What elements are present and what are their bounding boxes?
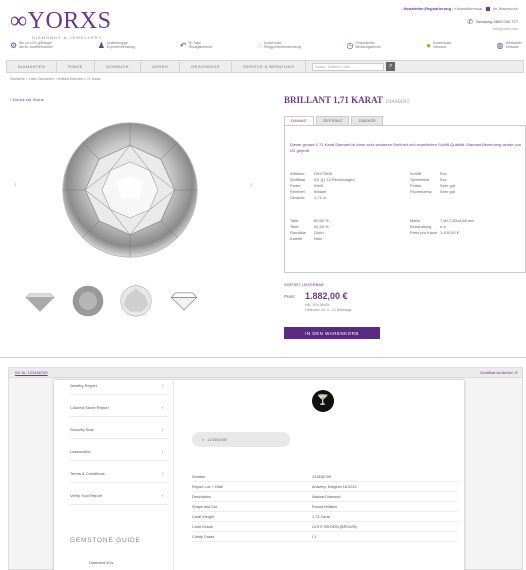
globe-icon: ◍ <box>496 41 504 51</box>
gear-icon: ⚙ <box>10 41 18 51</box>
nav-item-watches[interactable]: Uhren <box>141 61 181 72</box>
chevron-right-icon: › <box>161 382 163 388</box>
certificate-viewer: IGI Nr. 123456789 Zertifikat schließen ✕… <box>8 367 523 570</box>
search-icon: ⌕ <box>202 437 205 442</box>
spec-row: Preis pro Karat 1.100,00 € <box>410 230 459 235</box>
menu-item-jewelry-report[interactable]: Jewelry Report › <box>70 376 168 395</box>
nav-item-rings[interactable]: Ringe <box>57 61 95 72</box>
certificate-document: Jewelry Report › Colored Stone Report › Se… <box>54 380 464 570</box>
feature-item[interactable]: ◷ Persönlicher Beratungstermin <box>346 40 381 52</box>
cocktail-glass-icon: 🍸 <box>312 390 334 412</box>
price-value: 1.882,00 € <box>305 291 348 301</box>
menu-item-security-seal[interactable]: Security Seal › <box>70 420 168 439</box>
menu-item-verify-report[interactable]: Verify Your Report › <box>70 486 168 505</box>
nav-item-service[interactable]: Service & Beratung <box>232 61 307 72</box>
product-description: Dieser grosse 1,71 Karat Diamant ist ein… <box>290 142 521 153</box>
thumbnail-sparkle-view[interactable] <box>118 283 154 319</box>
table-row: Clarity Grade I 1 <box>192 532 458 542</box>
feature-item[interactable]: ♟ Unabhängige Expertenberatung <box>98 40 135 52</box>
prev-arrow-icon[interactable]: ‹ <box>14 180 17 189</box>
certificate-sidebar: Jewelry Report › Colored Stone Report › Se… <box>54 380 174 570</box>
gemstone-guide-title: GEMSTONE GUIDE <box>70 537 141 544</box>
search-icon[interactable]: ⌕ <box>386 62 396 71</box>
spec-list-left-2: Tafel 60,50 % Tiefe 61,50 % Rundiste Dünn K… <box>290 218 329 242</box>
newsletter-link[interactable]: Newsletter-Registrierung <box>403 6 451 11</box>
chevron-right-icon: › <box>161 448 163 454</box>
contact-link[interactable]: Kontaktformular <box>454 6 482 11</box>
close-certificate-link[interactable]: Zertifikat schließen ✕ <box>480 370 518 375</box>
feature-item[interactable]: ◍ Weltweiter Versand <box>497 40 522 52</box>
clock-icon: ◷ <box>346 41 354 51</box>
spec-row: Kalette Nein <box>290 236 323 241</box>
nav-item-diamonds[interactable]: Diamanten <box>7 61 58 72</box>
chevron-right-icon: › <box>161 404 163 410</box>
phone-text: Beratung 0800 000 777 <box>476 19 518 25</box>
certificate-number-link[interactable]: IGI Nr. 123456789 <box>15 370 48 375</box>
phone-subtext: info@yorxs.com <box>492 27 518 31</box>
return-icon: ↶ <box>179 41 187 51</box>
logo-mark: ∞ <box>10 8 28 34</box>
table-row: Carat Weight 1.71 Carat <box>192 512 458 522</box>
availability-label: Sofort lieferbar <box>284 282 324 287</box>
feature-strip: ⚙ Bis zu 10% günstiger als im Juwelierhand… <box>10 40 522 52</box>
search-input[interactable]: Suche - Artikelnr. oder ... <box>312 62 385 71</box>
phone-info: ✆ Beratung 0800 000 777 <box>467 18 518 26</box>
product-title: BRILLANT 1,71 KARAT DIAMANT <box>284 95 410 105</box>
chevron-right-icon: › <box>161 470 163 476</box>
add-to-cart-button[interactable]: In den Warenkorb <box>284 327 380 339</box>
cart-square-icon <box>485 6 490 11</box>
table-row: Shape and Cut Round Brilliant <box>192 502 458 512</box>
ring-icon: ◌ <box>257 41 262 51</box>
spec-row: Gewicht 1,71 ct <box>290 195 327 200</box>
menu-item-terms[interactable]: Terms & Conditions › <box>70 464 168 483</box>
feature-item[interactable]: ◌ Kostenlose Ringgrößenbestimmung <box>257 40 301 52</box>
feature-item[interactable]: ↶ 30 Tage Rückgaberecht <box>180 40 212 52</box>
phone-icon: ✆ <box>467 19 474 26</box>
thumbnail-outline-view[interactable] <box>166 283 202 319</box>
feature-item[interactable]: ⚙ Bis zu 10% günstiger als im Juwelierhand… <box>10 40 53 52</box>
menu-item-laserscribe[interactable]: Laserscribe › <box>70 442 168 461</box>
report-search-pill[interactable]: ⌕ 123456789 <box>192 432 290 447</box>
section-divider <box>0 357 526 358</box>
menu-item-colored-stone[interactable]: Colored Stone Report › <box>70 398 168 417</box>
spec-list-left: Artikelnr. D0479935 Zertifikat IGI (L) 12 … <box>290 171 355 201</box>
coin-icon: ● <box>426 41 432 51</box>
chevron-right-icon: › <box>161 492 163 498</box>
chevron-right-icon: › <box>161 426 163 432</box>
spec-row: Fluoreszenz Sehr gut <box>410 189 456 194</box>
thumbnail-side-view[interactable] <box>22 283 58 319</box>
table-row: Number 123456789 <box>192 472 458 482</box>
next-arrow-icon[interactable]: › <box>250 180 253 189</box>
main-nav: Diamanten Ringe Schmuck Uhren Geschenke … <box>6 60 524 73</box>
spec-list-right-2: Maße 7,60-7,63x4,68 mm Behandlung n.a. Pre… <box>410 218 474 236</box>
table-row: Color Grade LIGHT BROWN (BROWN) <box>192 522 458 532</box>
price-label: Preis: <box>284 294 296 299</box>
brand-logo[interactable]: ∞YORXS DIAMONDS & JEWELLERY <box>10 8 112 40</box>
back-link[interactable]: ‹ Zurück zur Suche <box>10 97 44 102</box>
logo-text: YORXS <box>27 8 112 34</box>
thumbnail-top-view[interactable] <box>70 283 106 319</box>
guide-item-4cs[interactable]: Diamond 4Cs <box>89 560 113 565</box>
table-row: Report Loc + Date Antwerp, Belgium 18.201… <box>192 482 458 492</box>
diamond-image <box>60 120 200 260</box>
user-icon: ♟ <box>97 41 105 51</box>
spec-list-right: Schliff Exc Symmetrie Exc Politur Sehr gut … <box>410 171 455 195</box>
nav-item-gifts[interactable]: Geschenke <box>180 61 232 72</box>
breadcrumb[interactable]: Startseite > Lose Diamanten > Brillant D… <box>10 77 100 81</box>
table-row: Description Natural Diamond <box>192 492 458 502</box>
product-tab-panel: Dieser grosse 1,71 Karat Diamant ist ein… <box>284 125 526 273</box>
nav-item-jewelry[interactable]: Schmuck <box>95 61 141 72</box>
vat-info: inkl. 19% MwSt. Lieferzeit: ca. 3 - 12 W… <box>305 303 352 312</box>
cart-link[interactable]: Ihr Warenkorb <box>493 6 518 11</box>
top-links: Newsletter-Registrierung | Kontaktformul… <box>403 6 518 11</box>
thumbnail-strip <box>22 283 202 319</box>
report-table: Number 123456789 Report Loc + Date Antwerp… <box>192 472 458 542</box>
feature-item[interactable]: ● Kostenloser Versand <box>426 40 451 52</box>
